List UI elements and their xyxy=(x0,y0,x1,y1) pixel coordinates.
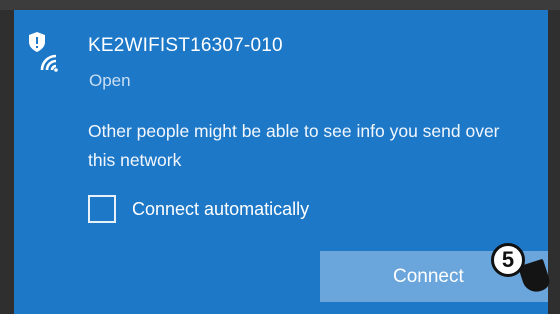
wifi-shield-icon xyxy=(28,30,70,72)
network-name: KE2WIFIST16307-010 xyxy=(88,35,283,56)
screenshot-frame: KE2WIFIST16307-010 Open Other people mig… xyxy=(0,0,560,314)
step-number-badge: 5 xyxy=(491,243,525,277)
window-top-edge xyxy=(0,0,560,10)
window-left-edge xyxy=(0,10,14,314)
network-status: Open xyxy=(89,71,131,90)
connect-automatically-row[interactable]: Connect automatically xyxy=(88,194,309,224)
connect-automatically-checkbox[interactable] xyxy=(88,195,116,223)
connect-automatically-label: Connect automatically xyxy=(132,198,310,219)
connect-button-label: Connect xyxy=(393,266,464,287)
network-flyout-panel: KE2WIFIST16307-010 Open Other people mig… xyxy=(14,10,548,314)
security-warning-text: Other people might be able to see info y… xyxy=(88,121,500,170)
window-right-edge xyxy=(548,10,560,314)
